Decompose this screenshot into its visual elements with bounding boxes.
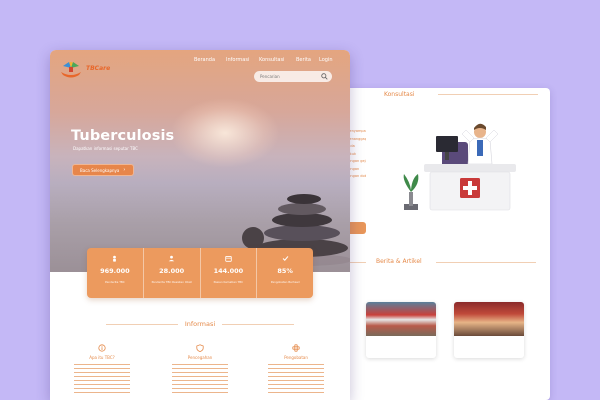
calendar-icon bbox=[225, 255, 232, 262]
person-check-icon bbox=[168, 255, 175, 262]
hero-section: TBCare Beranda Informasi Konsultasi Beri… bbox=[50, 50, 350, 272]
info-card-pengobatan[interactable]: Pengobatan bbox=[268, 344, 324, 394]
stat-label: Pasien Kematian TBC bbox=[213, 280, 244, 284]
article-card[interactable] bbox=[366, 302, 436, 358]
konsultasi-title: Konsultasi bbox=[384, 91, 415, 98]
info-card-text-placeholder bbox=[172, 364, 228, 394]
read-more-label: Baca Selengkapnya bbox=[80, 167, 120, 173]
nav-informasi[interactable]: Informasi bbox=[226, 57, 249, 63]
info-icon bbox=[98, 344, 106, 352]
person-icon bbox=[113, 255, 117, 262]
info-card-heading: Pengobatan bbox=[284, 355, 308, 360]
stat-card: 85% Pengobatan Berhasil bbox=[256, 248, 313, 298]
article-date-placeholder bbox=[458, 344, 524, 348]
nav-berita[interactable]: Berita bbox=[296, 57, 311, 63]
stat-label: Penderita TBC Resisten Obat bbox=[151, 280, 192, 284]
stat-value: 28.000 bbox=[159, 267, 185, 275]
doctor-desk-illustration bbox=[403, 123, 516, 211]
stat-label: Penderita TBC bbox=[105, 280, 125, 284]
stat-card: 144.000 Pasien Kematian TBC bbox=[199, 248, 257, 298]
nav-login[interactable]: Login bbox=[319, 57, 333, 63]
berita-title: Berita & Artikel bbox=[376, 258, 422, 265]
article-card[interactable] bbox=[454, 302, 524, 358]
stats-panel: 969.000 Penderita TBC 28.000 Penderita T… bbox=[87, 248, 313, 298]
stat-value: 969.000 bbox=[100, 267, 130, 275]
search-input[interactable] bbox=[260, 73, 320, 80]
stat-value: 85% bbox=[277, 267, 293, 275]
article-date-placeholder bbox=[370, 344, 436, 348]
stat-value: 144.000 bbox=[213, 267, 244, 275]
search-bar bbox=[254, 71, 332, 82]
brand-name: TBCare bbox=[86, 65, 111, 72]
article-photo bbox=[366, 302, 436, 336]
berita-divider-right bbox=[436, 262, 536, 263]
tbcare-logo[interactable] bbox=[57, 56, 85, 78]
home-page-preview: TBCare Beranda Informasi Konsultasi Beri… bbox=[50, 50, 350, 400]
nav-beranda[interactable]: Beranda bbox=[194, 57, 215, 63]
stat-card: 28.000 Penderita TBC Resisten Obat bbox=[142, 248, 200, 298]
konsultasi-divider bbox=[438, 94, 538, 95]
nav-konsultasi[interactable]: Konsultasi bbox=[259, 57, 284, 63]
search-icon[interactable] bbox=[321, 73, 328, 80]
hero-title: Tuberculosis bbox=[71, 128, 175, 144]
hero-subtitle: Dapatkan informasi seputar TBC bbox=[73, 146, 138, 151]
info-card-pencegahan[interactable]: Pencegahan bbox=[172, 344, 228, 394]
info-card-text-placeholder bbox=[74, 364, 130, 394]
informasi-divider-right bbox=[222, 324, 294, 325]
stat-card: 969.000 Penderita TBC bbox=[87, 248, 143, 298]
konsultasi-scroll-tab[interactable] bbox=[350, 222, 366, 234]
check-icon bbox=[282, 256, 288, 262]
read-more-button[interactable]: Baca Selengkapnya › bbox=[72, 164, 134, 176]
article-photo bbox=[454, 302, 524, 336]
info-card-heading: Pencegahan bbox=[187, 355, 213, 360]
info-card-text-placeholder bbox=[268, 364, 324, 394]
info-card-apa-itu-tbc[interactable]: Apa itu TBC? bbox=[74, 344, 130, 394]
informasi-title: Informasi bbox=[184, 320, 216, 328]
info-card-heading: Apa itu TBC? bbox=[89, 355, 115, 360]
shield-icon bbox=[196, 344, 204, 352]
chevron-right-icon: › bbox=[123, 167, 126, 173]
plus-icon bbox=[292, 344, 300, 352]
stat-label: Pengobatan Berhasil bbox=[270, 280, 300, 284]
